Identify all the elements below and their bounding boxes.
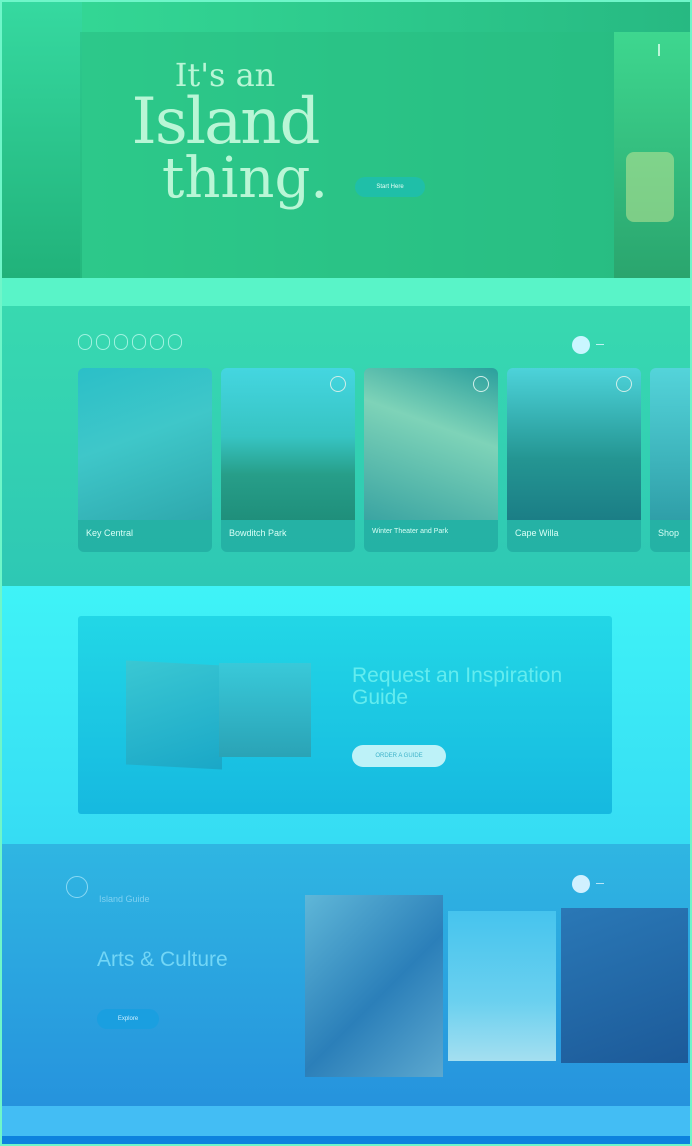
category-chip[interactable] bbox=[96, 334, 110, 350]
carousel-indicator bbox=[596, 344, 604, 345]
arts-carousel-next-button[interactable] bbox=[572, 875, 590, 893]
guide-title: Request an Inspiration Guide bbox=[352, 664, 563, 709]
card-label: Cape Willa bbox=[515, 528, 559, 538]
hero-coast-photo bbox=[2, 2, 82, 278]
category-chip[interactable] bbox=[132, 334, 146, 350]
category-card[interactable]: Winter Theater and Park bbox=[364, 368, 498, 552]
card-photo bbox=[650, 368, 690, 520]
category-chip[interactable] bbox=[150, 334, 164, 350]
card-label: Shop bbox=[658, 528, 680, 538]
carousel-next-button[interactable] bbox=[572, 336, 590, 354]
arts-photo-street[interactable] bbox=[561, 908, 688, 1063]
arts-title: Arts & Culture bbox=[97, 948, 228, 971]
category-card[interactable]: Shop bbox=[650, 368, 690, 552]
category-chip[interactable] bbox=[78, 334, 92, 350]
card-caption-bar bbox=[364, 520, 498, 552]
hero-scroll-indicator bbox=[658, 44, 660, 56]
category-card[interactable]: Cape Willa bbox=[507, 368, 641, 552]
category-filter-chips bbox=[78, 334, 182, 350]
hero-description bbox=[355, 97, 585, 103]
arts-carousel-indicator bbox=[596, 883, 604, 884]
guide-cover-image bbox=[126, 660, 222, 770]
bookmark-icon[interactable] bbox=[473, 376, 489, 392]
order-guide-button[interactable]: ORDER A GUIDE bbox=[352, 745, 446, 767]
hero-section bbox=[2, 2, 690, 278]
hero-tagline: It's an Island thing. bbox=[115, 58, 335, 211]
category-card[interactable]: Bowditch Park bbox=[221, 368, 355, 552]
footer-strip bbox=[2, 1136, 690, 1144]
compass-icon bbox=[66, 876, 88, 898]
bookmark-icon[interactable] bbox=[616, 376, 632, 392]
tagline-line-2: Island bbox=[131, 85, 321, 159]
bookmark-icon[interactable] bbox=[330, 376, 346, 392]
category-chip[interactable] bbox=[114, 334, 128, 350]
guide-inside-image bbox=[219, 663, 311, 757]
tagline-line-3: thing. bbox=[161, 146, 329, 211]
arts-explore-button[interactable]: Explore bbox=[97, 1009, 159, 1029]
card-photo bbox=[78, 368, 212, 520]
hero-start-button[interactable]: Start Here bbox=[355, 177, 425, 197]
category-card[interactable]: Key Central bbox=[78, 368, 212, 552]
arts-photo-violin[interactable] bbox=[305, 895, 443, 1077]
card-label: Winter Theater and Park bbox=[372, 528, 449, 535]
hero-building bbox=[626, 152, 674, 222]
arts-photo-beach[interactable] bbox=[448, 911, 556, 1061]
card-label: Key Central bbox=[86, 528, 134, 538]
section-divider bbox=[2, 278, 690, 306]
arts-subtitle: Island Guide bbox=[99, 894, 150, 904]
card-label: Bowditch Park bbox=[229, 528, 287, 538]
footer-band bbox=[2, 1106, 690, 1138]
category-chip[interactable] bbox=[168, 334, 182, 350]
